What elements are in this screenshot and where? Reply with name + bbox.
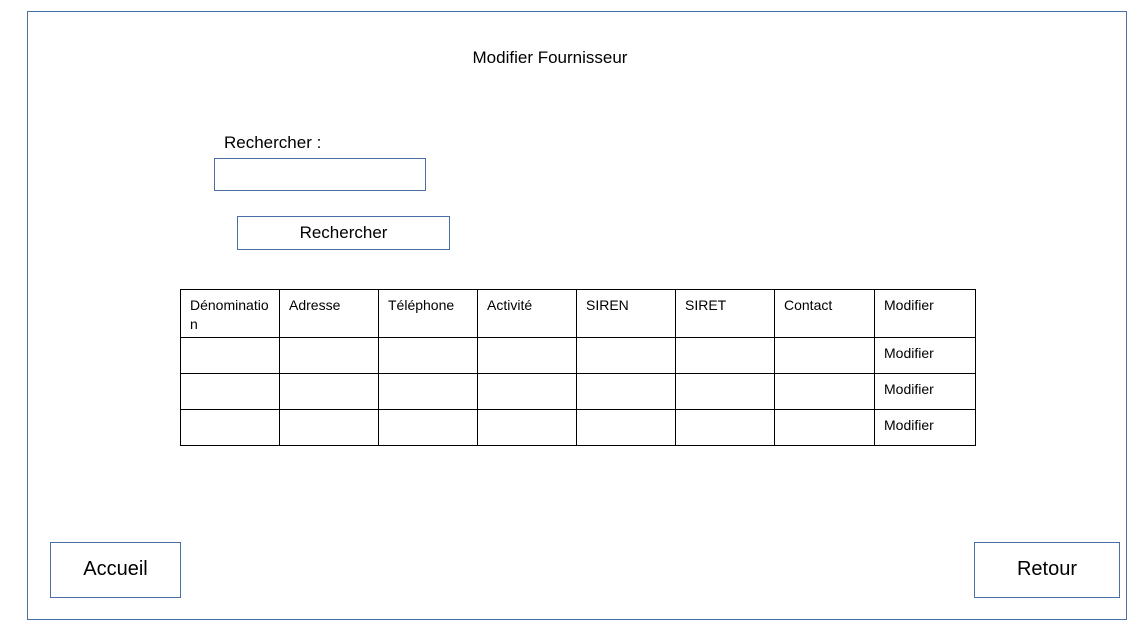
- cell-siren: [576, 373, 676, 410]
- page-title: Modifier Fournisseur: [472, 48, 628, 67]
- back-button[interactable]: Retour: [974, 542, 1120, 598]
- cell-denomination: [180, 409, 280, 446]
- supplier-table: Dénomination Adresse Téléphone Activité …: [180, 289, 976, 446]
- column-header-adresse: Adresse: [279, 289, 379, 338]
- column-header-siren: SIREN: [576, 289, 676, 338]
- table-header-row: Dénomination Adresse Téléphone Activité …: [180, 289, 976, 338]
- cell-contact: [774, 373, 875, 410]
- modify-row-button[interactable]: Modifier: [874, 373, 976, 410]
- home-button[interactable]: Accueil: [50, 542, 181, 598]
- cell-contact: [774, 409, 875, 446]
- column-header-telephone: Téléphone: [378, 289, 478, 338]
- cell-siret: [675, 337, 775, 374]
- modify-row-button[interactable]: Modifier: [874, 409, 976, 446]
- column-header-siret: SIRET: [675, 289, 775, 338]
- table-row: Modifier: [180, 337, 976, 374]
- table-row: Modifier: [180, 409, 976, 446]
- search-label: Rechercher :: [224, 133, 322, 152]
- cell-telephone: [378, 337, 478, 374]
- cell-adresse: [279, 337, 379, 374]
- cell-adresse: [279, 373, 379, 410]
- table-row: Modifier: [180, 373, 976, 410]
- cell-siren: [576, 337, 676, 374]
- modify-row-button[interactable]: Modifier: [874, 337, 976, 374]
- cell-telephone: [378, 409, 478, 446]
- cell-activite: [477, 409, 577, 446]
- cell-denomination: [180, 337, 280, 374]
- cell-denomination: [180, 373, 280, 410]
- column-header-denomination: Dénomination: [180, 289, 280, 338]
- cell-siret: [675, 409, 775, 446]
- cell-adresse: [279, 409, 379, 446]
- column-header-modifier: Modifier: [874, 289, 976, 338]
- cell-activite: [477, 373, 577, 410]
- cell-telephone: [378, 373, 478, 410]
- cell-activite: [477, 337, 577, 374]
- cell-siret: [675, 373, 775, 410]
- column-header-contact: Contact: [774, 289, 875, 338]
- cell-siren: [576, 409, 676, 446]
- cell-contact: [774, 337, 875, 374]
- column-header-activite: Activité: [477, 289, 577, 338]
- search-input[interactable]: [214, 158, 426, 191]
- search-button[interactable]: Rechercher: [237, 216, 450, 250]
